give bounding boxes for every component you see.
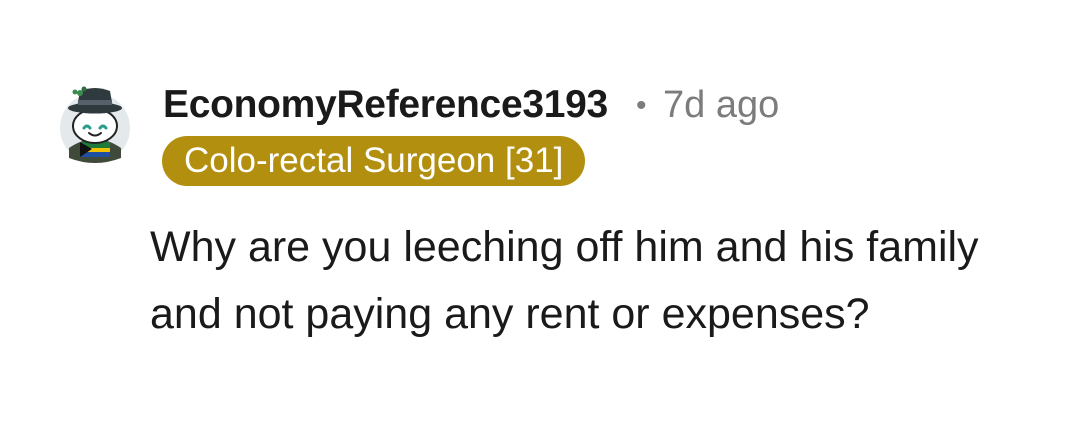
comment-timestamp: 7d ago xyxy=(663,84,780,126)
comment-body: Why are you leeching off him and his fam… xyxy=(150,223,979,338)
comment-author[interactable]: EconomyReference3193 xyxy=(163,83,608,127)
snoo-avatar-icon xyxy=(60,86,130,163)
user-flair: Colo-rectal Surgeon [31] xyxy=(162,136,586,186)
user-avatar[interactable] xyxy=(56,82,134,164)
comment: EconomyReference3193 • 7d ago Colo-recta… xyxy=(0,0,1080,439)
meta-separator: • xyxy=(636,89,647,122)
